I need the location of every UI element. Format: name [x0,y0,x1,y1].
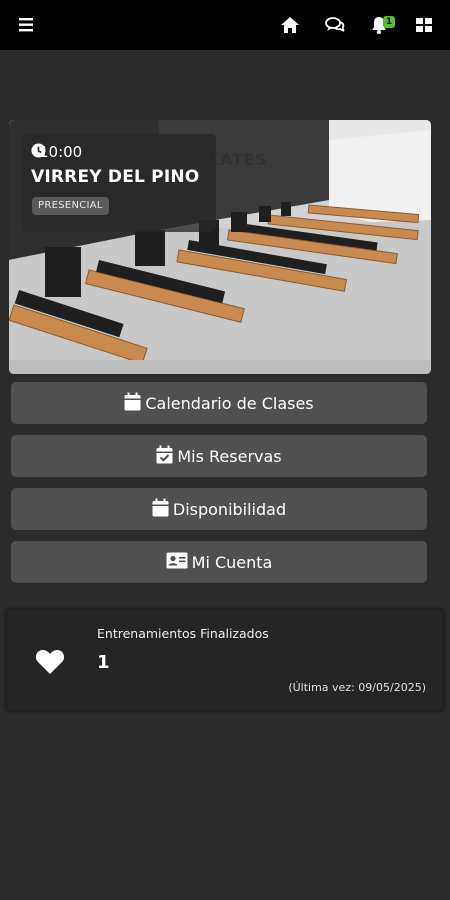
chat-icon[interactable] [324,14,346,36]
notification-count-badge: 1 [383,16,395,28]
class-info-overlay: 10:00 VIRREY DEL PINO PRESENCIAL [23,134,216,232]
availability-label: Disponibilidad [172,499,287,519]
calendar-classes-label: Calendario de Clases [145,393,314,413]
completed-trainings-count: 1 [97,652,110,673]
top-navigation-bar: 1 [0,0,450,50]
id-card-icon [166,552,188,573]
calendar-check-icon [156,445,173,468]
calendar-classes-button[interactable]: Calendario de Clases [11,382,427,424]
my-bookings-button[interactable]: Mis Reservas [11,435,427,477]
calendar-icon [152,498,169,521]
completed-trainings-label: Entrenamientos Finalizados [97,626,269,641]
class-location: VIRREY DEL PINO [31,167,200,187]
class-mode-tag: PRESENCIAL [32,197,109,215]
heart-icon [35,648,65,679]
grid-icon[interactable] [413,14,435,36]
home-icon[interactable] [279,14,301,36]
hamburger-menu-icon[interactable] [18,16,36,34]
class-time: 10:00 [31,143,82,161]
availability-button[interactable]: Disponibilidad [11,488,427,530]
my-account-button[interactable]: Mi Cuenta [11,541,427,583]
completed-trainings-card: Entrenamientos Finalizados 1 (Última vez… [6,609,444,711]
calendar-icon [124,392,141,415]
my-bookings-label: Mis Reservas [177,446,282,466]
my-account-label: Mi Cuenta [191,552,273,572]
last-training-date: (Última vez: 09/05/2025) [288,681,426,694]
class-hero-card[interactable]: PILATES 10:00 VIRREY DEL PINO PRESENCIAL [9,120,431,374]
